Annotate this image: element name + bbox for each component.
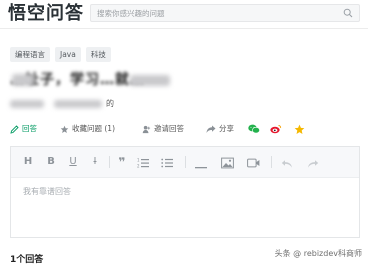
answer-input[interactable] [23, 184, 343, 198]
undo-icon[interactable] [281, 157, 293, 171]
answer-editor: H B U I ❞ 1 2 [10, 146, 360, 238]
search-input[interactable] [97, 7, 337, 19]
top-header: 悟空问答 [0, 0, 368, 29]
favorite-button[interactable]: 收藏问题 (1) [60, 122, 115, 136]
description-suffix: 的 [106, 99, 114, 108]
svg-text:2: 2 [137, 164, 140, 169]
strikethrough-button[interactable]: I [89, 155, 101, 169]
video-icon[interactable] [247, 156, 260, 170]
tag-java[interactable]: Java [55, 47, 81, 62]
answer-button-label: 回答 [22, 124, 37, 133]
description-redaction [10, 100, 44, 108]
wechat-icon [248, 124, 260, 134]
user-add-icon [142, 125, 151, 133]
horizontal-rule-icon[interactable] [195, 161, 207, 175]
quote-icon[interactable]: ❞ [115, 155, 129, 169]
image-icon[interactable] [221, 156, 234, 170]
bullet-list-icon[interactable] [161, 156, 173, 170]
source-watermark: 头条 @ rebizdev科商师 [275, 246, 362, 260]
star-outline-icon [60, 125, 69, 133]
tag-technology[interactable]: 科技 [85, 47, 111, 62]
svg-text:1: 1 [137, 158, 140, 163]
redo-icon[interactable] [307, 157, 319, 171]
star-icon [294, 124, 305, 134]
underline-button[interactable]: U [67, 155, 79, 169]
question-title: …址子，学习…就… [10, 72, 190, 88]
pencil-icon [10, 124, 19, 134]
watermark-text: 头条 @ rebizdev科商师 [274, 248, 362, 258]
site-logo[interactable]: 悟空问答 [8, 2, 84, 26]
tag-programming-language[interactable]: 编程语言 [10, 47, 50, 62]
toolbar-divider [271, 156, 272, 168]
search-box[interactable] [90, 4, 360, 22]
bold-button[interactable]: B [45, 155, 57, 169]
share-arrow-icon [206, 125, 216, 133]
title-redaction [12, 74, 34, 86]
weibo-share-button[interactable] [270, 122, 282, 136]
search-icon[interactable] [343, 8, 353, 18]
favorite-button-label: 收藏问题 (1) [72, 124, 116, 133]
favorite-star-button[interactable] [294, 122, 305, 136]
title-redaction [130, 75, 170, 86]
toolbar-divider [185, 156, 186, 168]
question-tags: 编程语言 Java 科技 [10, 47, 111, 62]
heading-button[interactable]: H [21, 155, 35, 169]
answer-button[interactable]: 回答 [10, 122, 37, 136]
description-redaction [54, 100, 102, 108]
question-description: 的 [10, 97, 130, 111]
page: 悟空问答 编程语言 Java 科技 …址子，学习…就… 的 回答 [0, 0, 368, 266]
weibo-icon [270, 125, 282, 134]
editor-toolbar: H B U I ❞ 1 2 [11, 147, 359, 178]
share-button[interactable]: 分享 [206, 122, 234, 136]
invite-answer-label: 邀请回答 [154, 124, 184, 133]
answers-count: 1个回答 [10, 255, 44, 265]
toolbar-divider [109, 156, 110, 168]
invite-answer-button[interactable]: 邀请回答 [142, 122, 184, 136]
share-button-label: 分享 [219, 124, 234, 133]
question-actions: 回答 收藏问题 (1) 邀请回答 分享 [10, 122, 360, 136]
wechat-share-button[interactable] [248, 122, 260, 136]
ordered-list-icon[interactable]: 1 2 [137, 156, 149, 170]
